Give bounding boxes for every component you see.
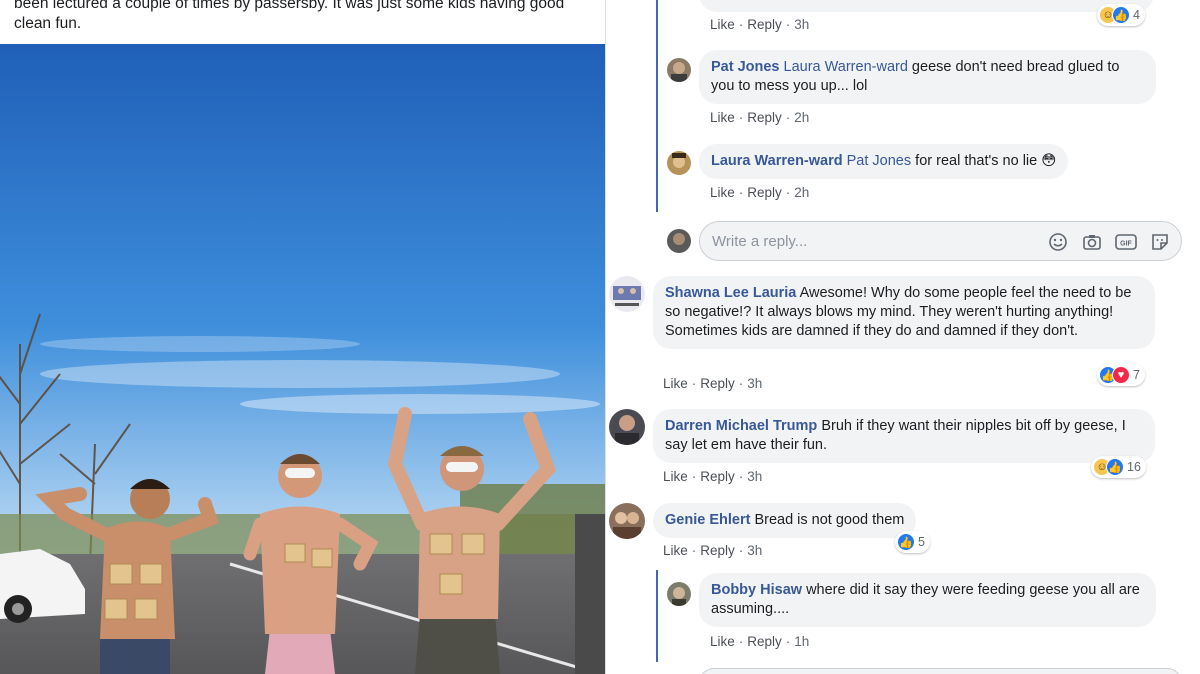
avatar-image <box>609 409 645 445</box>
comment-actions: Like · Reply · 3h <box>663 376 763 391</box>
comment-bubble-cut <box>699 0 1154 12</box>
reply-bubble: Pat Jones Laura Warren-ward geese don't … <box>699 50 1156 104</box>
commenter-name[interactable]: Genie Ehlert <box>665 512 750 528</box>
like-link[interactable]: Like <box>710 17 735 32</box>
timestamp: 3h <box>747 543 763 558</box>
commenter-name[interactable]: Darren Michael Trump <box>665 418 817 434</box>
reply-link[interactable]: Reply <box>700 469 735 484</box>
comment-text: Bread is not good them <box>750 512 905 528</box>
timestamp: 3h <box>747 376 763 391</box>
reply-link[interactable]: Reply <box>747 634 782 649</box>
post-photo[interactable] <box>0 44 605 674</box>
reaction-count: 4 <box>1133 8 1140 22</box>
avatar-image <box>667 58 691 82</box>
reply-bubble: Laura Warren-ward Pat Jones for real tha… <box>699 144 1069 179</box>
love-icon: ♥ <box>1112 366 1130 384</box>
my-avatar <box>667 229 691 253</box>
mention-link[interactable]: Pat Jones <box>847 153 912 169</box>
post-panel: been lectured a couple of times by passe… <box>0 0 606 674</box>
avatar-image <box>609 503 645 539</box>
like-icon: 👍 <box>1112 6 1130 24</box>
timestamp: 2h <box>794 110 810 125</box>
like-link[interactable]: Like <box>663 376 688 391</box>
comment-actions: Like · Reply · 3h <box>663 543 763 558</box>
post-text: been lectured a couple of times by passe… <box>14 0 565 32</box>
comment-bubble: Darren Michael Trump Bruh if they want t… <box>653 409 1155 463</box>
comments-panel: Like · Reply · 3h ☺ 👍 4 Pat Jones Laura Warr… <box>607 0 1200 674</box>
avatar-image <box>667 151 691 175</box>
reply-link[interactable]: Reply <box>747 185 782 200</box>
avatar-image <box>609 276 645 312</box>
smiley-icon[interactable] <box>1047 231 1069 253</box>
reply-input[interactable] <box>712 230 1012 252</box>
commenter-name[interactable]: Shawna Lee Lauria <box>665 285 796 301</box>
reply-thread-line <box>656 0 658 212</box>
comment-actions: Like · Reply · 2h <box>710 110 810 125</box>
comment-actions: Like · Reply · 1h <box>710 634 810 649</box>
reply-link[interactable]: Reply <box>700 376 735 391</box>
commenter-name[interactable]: Pat Jones <box>711 59 780 75</box>
timestamp: 3h <box>794 17 810 32</box>
avatar[interactable] <box>667 58 691 82</box>
comment-actions: Like · Reply · 3h <box>710 17 810 32</box>
comment-bubble: Shawna Lee Lauria Awesome! Why do some p… <box>653 276 1155 349</box>
like-link[interactable]: Like <box>710 110 735 125</box>
like-link[interactable]: Like <box>710 634 735 649</box>
post-photo-image <box>0 44 605 674</box>
camera-icon[interactable] <box>1081 231 1103 253</box>
reaction-badge[interactable]: ☺ 👍 4 <box>1097 4 1145 26</box>
sticker-icon[interactable] <box>1149 231 1171 253</box>
like-link[interactable]: Like <box>663 469 688 484</box>
avatar-image <box>667 582 691 606</box>
timestamp: 3h <box>747 469 763 484</box>
next-reply-box[interactable] <box>699 668 1182 674</box>
avatar[interactable] <box>667 582 691 606</box>
avatar[interactable] <box>609 409 645 445</box>
like-icon: 👍 <box>897 533 915 551</box>
mention-link[interactable]: Laura Warren-ward <box>784 59 908 75</box>
reaction-count: 16 <box>1127 460 1141 474</box>
avatar[interactable] <box>609 276 645 312</box>
comment-bubble: Genie Ehlert Bread is not good them <box>653 503 917 538</box>
reaction-badge[interactable]: 👍 ♥ 7 <box>1097 364 1145 386</box>
comment-actions: Like · Reply · 2h <box>710 185 810 200</box>
comment-actions: Like · Reply · 3h <box>663 469 763 484</box>
like-icon: 👍 <box>1106 458 1124 476</box>
timestamp: 2h <box>794 185 810 200</box>
commenter-name[interactable]: Laura Warren-ward <box>711 153 843 169</box>
reaction-count: 5 <box>918 535 925 549</box>
avatar[interactable] <box>667 151 691 175</box>
reply-link[interactable]: Reply <box>700 543 735 558</box>
reply-box[interactable]: GIF <box>699 221 1182 261</box>
timestamp: 1h <box>794 634 810 649</box>
reaction-badge[interactable]: ☺ 👍 16 <box>1091 456 1146 478</box>
reply-link[interactable]: Reply <box>747 110 782 125</box>
gif-icon[interactable]: GIF <box>1115 231 1137 253</box>
reply-thread-line <box>656 570 658 662</box>
reply-bubble: Bobby Hisaw where did it say they were f… <box>699 573 1156 627</box>
reply-link[interactable]: Reply <box>747 17 782 32</box>
commenter-name[interactable]: Bobby Hisaw <box>711 582 802 598</box>
reaction-count: 7 <box>1133 368 1140 382</box>
avatar-image <box>667 229 691 253</box>
avatar[interactable] <box>609 503 645 539</box>
like-link[interactable]: Like <box>710 185 735 200</box>
svg-text:GIF: GIF <box>1120 241 1132 248</box>
like-link[interactable]: Like <box>663 543 688 558</box>
reaction-badge[interactable]: 👍 5 <box>895 531 930 553</box>
reply-box-icons: GIF <box>1047 231 1171 253</box>
comment-text: for real that's no lie 😳 <box>911 153 1057 169</box>
